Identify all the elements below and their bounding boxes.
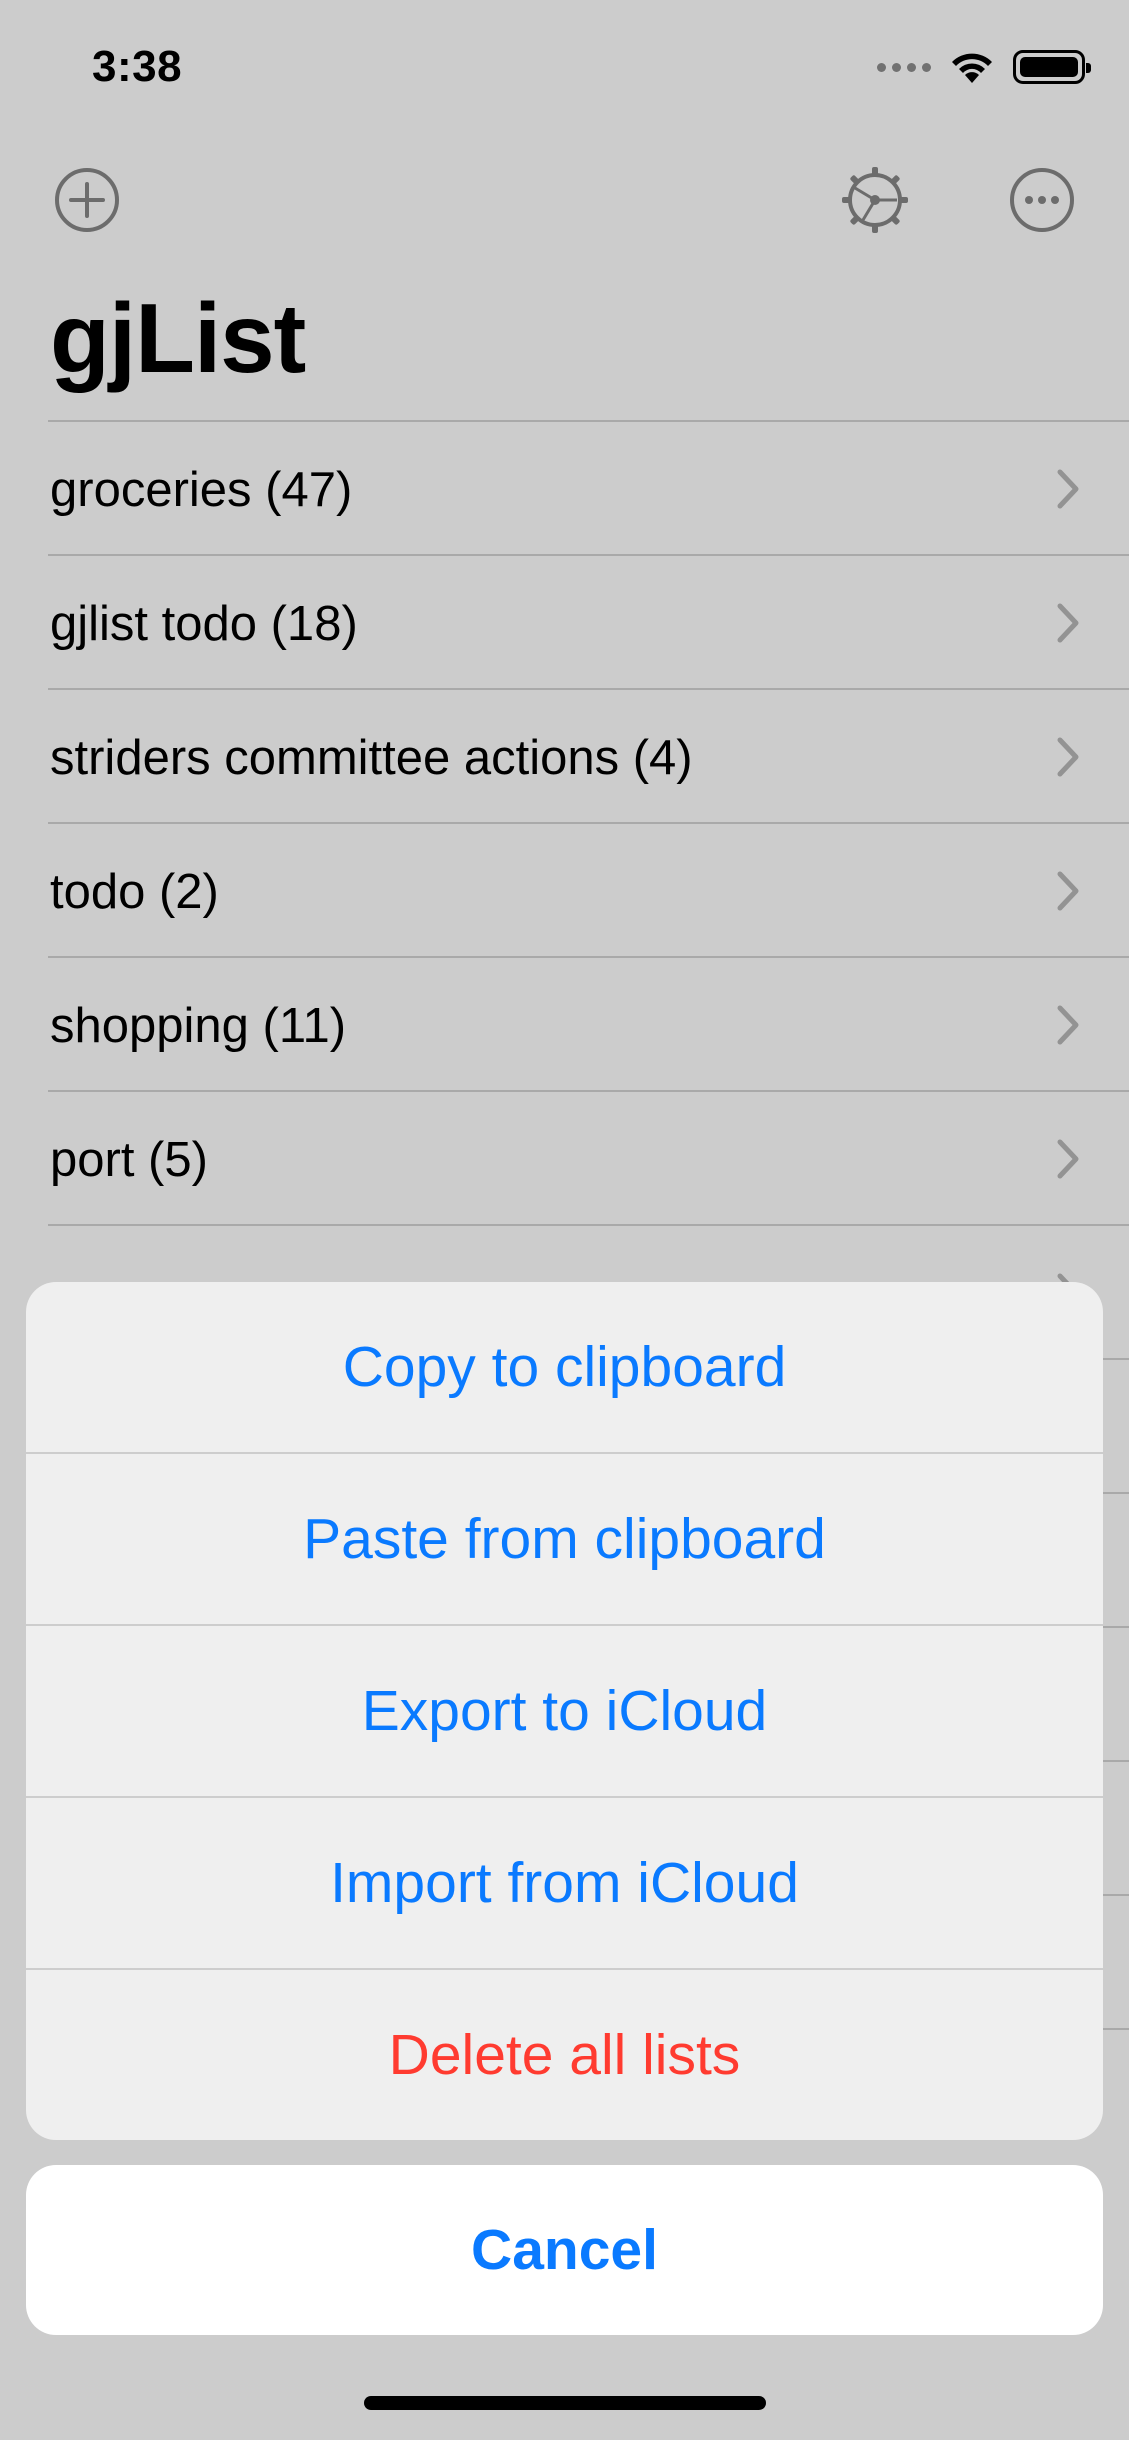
cancel-button[interactable]: Cancel (26, 2165, 1103, 2335)
home-indicator[interactable] (364, 2396, 766, 2410)
delete-all-lists-button[interactable]: Delete all lists (26, 1970, 1103, 2140)
paste-from-clipboard-button[interactable]: Paste from clipboard (26, 1454, 1103, 1626)
screen: 3:38 gjList groceries (47) gjlist todo (… (0, 0, 1129, 2440)
export-to-icloud-button[interactable]: Export to iCloud (26, 1626, 1103, 1798)
copy-to-clipboard-button[interactable]: Copy to clipboard (26, 1282, 1103, 1454)
import-from-icloud-button[interactable]: Import from iCloud (26, 1798, 1103, 1970)
action-sheet: Copy to clipboard Paste from clipboard E… (26, 1282, 1103, 2140)
